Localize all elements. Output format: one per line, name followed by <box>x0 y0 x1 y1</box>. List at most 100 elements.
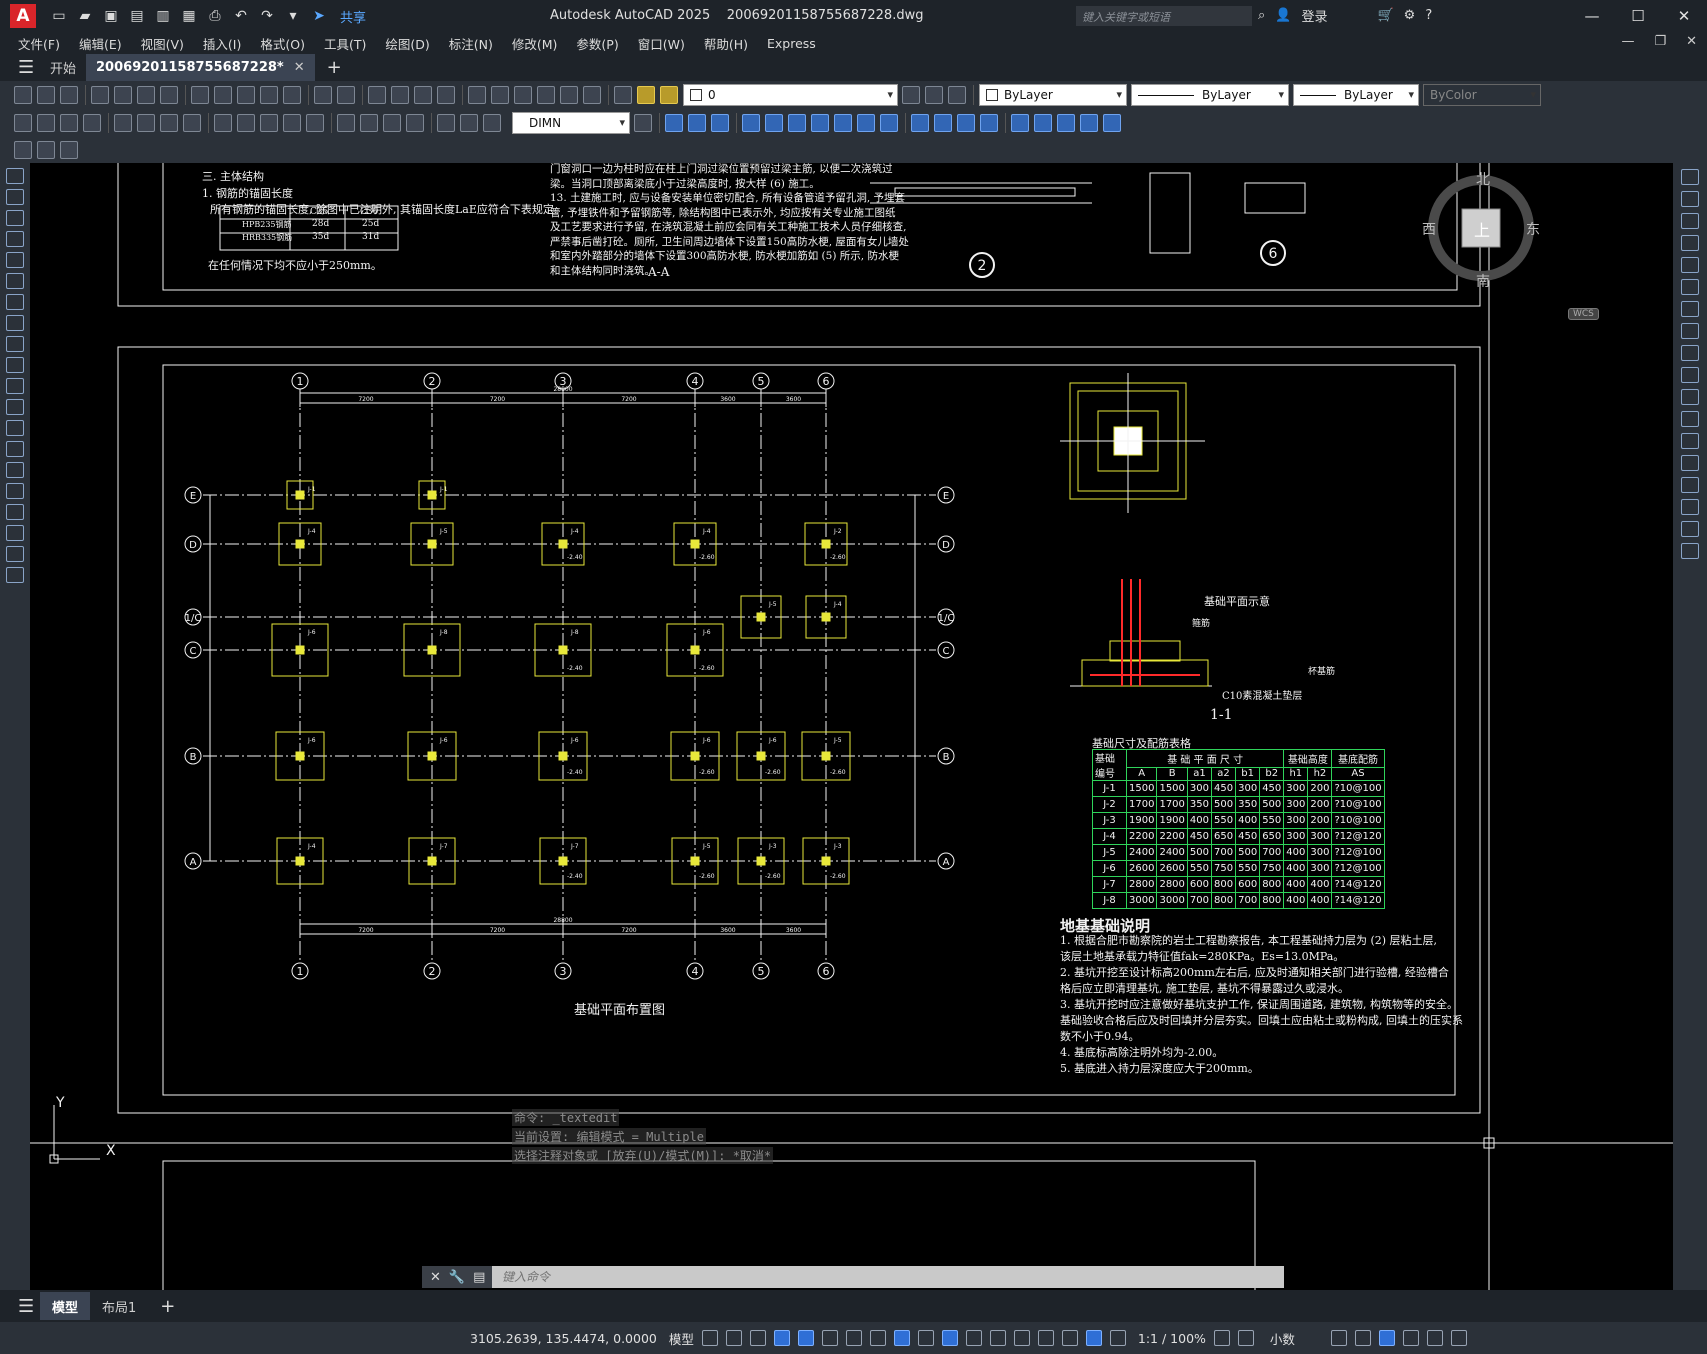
menu-edit[interactable]: 编辑(E) <box>79 34 122 53</box>
rotate-tool-icon[interactable] <box>1681 301 1699 317</box>
search-input[interactable]: 键入关键字或短语 <box>1076 6 1252 26</box>
viewcube-east[interactable]: 东 <box>1526 219 1540 239</box>
layer-properties-icon[interactable] <box>614 86 632 104</box>
radius-dim-icon[interactable] <box>114 114 132 132</box>
menu-tools[interactable]: 工具(T) <box>324 34 366 53</box>
menu-dimension[interactable]: 标注(N) <box>449 34 493 53</box>
gradient-tool-icon[interactable] <box>6 483 24 499</box>
arc-tool-icon[interactable] <box>6 273 24 289</box>
gizmo-icon[interactable] <box>1061 1330 1078 1346</box>
layer-walk-icon[interactable] <box>60 141 78 159</box>
quick-properties-icon[interactable] <box>1330 1330 1347 1346</box>
command-recent-icon[interactable]: ▤ <box>473 1270 485 1285</box>
tab-start[interactable]: 开始 <box>40 54 86 81</box>
ucs-object-icon[interactable] <box>1103 114 1121 132</box>
menu-file[interactable]: 文件(F) <box>18 34 60 53</box>
wcs-menu[interactable]: WCS <box>1568 308 1599 320</box>
view-top-icon[interactable] <box>665 114 683 132</box>
save-icon[interactable]: ▣ <box>102 7 120 25</box>
menu-hamburger-icon[interactable]: ☰ <box>18 57 40 78</box>
construction-line-icon[interactable] <box>6 189 24 205</box>
se-iso-icon[interactable] <box>834 114 852 132</box>
redo-tool-icon[interactable] <box>337 86 355 104</box>
point-tool-icon[interactable] <box>6 441 24 457</box>
ucs-icon[interactable] <box>1011 114 1029 132</box>
viewcube-top-face[interactable]: 上 <box>1474 217 1490 241</box>
cut-icon[interactable] <box>191 86 209 104</box>
insert-block-icon[interactable] <box>6 399 24 415</box>
fillet-tool-icon[interactable] <box>1681 499 1699 515</box>
view-front-icon[interactable] <box>765 114 783 132</box>
workspace-gear-icon[interactable] <box>1213 1330 1230 1346</box>
layer-previous-icon[interactable] <box>925 86 943 104</box>
add-selected-icon[interactable] <box>6 567 24 583</box>
tolerance-icon[interactable] <box>337 114 355 132</box>
sheet-set-icon[interactable] <box>537 86 555 104</box>
annotation-monitor-icon[interactable] <box>1237 1330 1254 1346</box>
annotation-visibility-icon[interactable] <box>1085 1330 1102 1346</box>
menu-modify[interactable]: 修改(M) <box>512 34 558 53</box>
model-space-toggle[interactable]: 模型 <box>669 1329 694 1348</box>
ordinate-dim-icon[interactable] <box>83 114 101 132</box>
break-point-icon[interactable] <box>1681 411 1699 427</box>
block-editor-icon[interactable] <box>283 86 301 104</box>
tab-model[interactable]: 模型 <box>40 1292 91 1320</box>
mtext-tool-icon[interactable] <box>6 546 24 562</box>
quick-dim-icon[interactable] <box>214 114 232 132</box>
sw-iso-icon[interactable] <box>811 114 829 132</box>
minimize-icon[interactable]: — <box>1569 0 1615 32</box>
zoom-realtime-icon[interactable] <box>391 86 409 104</box>
layer-dropdown[interactable]: 0 <box>683 84 898 106</box>
spline-tool-icon[interactable] <box>6 336 24 352</box>
add-layout-icon[interactable]: + <box>160 1296 175 1317</box>
region-tool-icon[interactable] <box>6 504 24 520</box>
tool-palettes-icon[interactable] <box>514 86 532 104</box>
clean-screen-icon[interactable] <box>1426 1330 1443 1346</box>
dimstyle-dropdown[interactable]: DIMN <box>512 112 630 134</box>
dim-break-icon[interactable] <box>306 114 324 132</box>
isodraft-icon[interactable] <box>845 1330 862 1346</box>
ellipse-arc-tool-icon[interactable] <box>6 378 24 394</box>
ne-iso-icon[interactable] <box>857 114 875 132</box>
ucs-face-icon[interactable] <box>1080 114 1098 132</box>
user-icon[interactable]: 👤 <box>1275 8 1291 23</box>
help-tool-icon[interactable] <box>583 86 601 104</box>
ucs-previous-icon[interactable] <box>1057 114 1075 132</box>
object-snap-tracking-icon[interactable] <box>869 1330 886 1346</box>
view-back-icon[interactable] <box>788 114 806 132</box>
publish-tool-icon[interactable] <box>137 86 155 104</box>
layer-freeze-icon[interactable] <box>660 86 678 104</box>
mirror-tool-icon[interactable] <box>1681 213 1699 229</box>
lineweight-icon[interactable] <box>917 1330 934 1346</box>
offset-tool-icon[interactable] <box>1681 235 1699 251</box>
pan-icon[interactable] <box>368 86 386 104</box>
auto-scale-icon[interactable] <box>1109 1330 1126 1346</box>
dynamic-ucs-icon[interactable] <box>1013 1330 1030 1346</box>
search-icon[interactable]: ⌕ <box>1258 8 1265 23</box>
cart-icon[interactable]: 🛒 <box>1377 8 1393 23</box>
doc-minimize-icon[interactable]: — <box>1621 34 1634 49</box>
aligned-dim-icon[interactable] <box>37 114 55 132</box>
trim-tool-icon[interactable] <box>1681 367 1699 383</box>
angular-dim-icon[interactable] <box>183 114 201 132</box>
customize-qat-icon[interactable]: ▾ <box>284 7 302 25</box>
rectangle-tool-icon[interactable] <box>6 252 24 268</box>
autocad-logo-icon[interactable]: A <box>10 4 36 28</box>
new-tab-icon[interactable]: + <box>327 57 342 78</box>
snap-icon[interactable] <box>725 1330 742 1346</box>
plot-icon[interactable] <box>91 86 109 104</box>
layer-states-icon[interactable] <box>948 86 966 104</box>
undo-tool-icon[interactable] <box>314 86 332 104</box>
login-button[interactable]: 登录 <box>1301 6 1327 25</box>
menu-express[interactable]: Express <box>767 36 816 51</box>
explode-tool-icon[interactable] <box>1681 543 1699 559</box>
erase-tool-icon[interactable] <box>1681 169 1699 185</box>
command-close-icon[interactable]: ✕ <box>430 1270 441 1285</box>
join-tool-icon[interactable] <box>1681 455 1699 471</box>
plotstyle-dropdown[interactable]: ByColor <box>1423 84 1541 106</box>
layout-menu-icon[interactable]: ☰ <box>18 1296 40 1317</box>
line-tool-icon[interactable] <box>6 168 24 184</box>
text-style-icon[interactable] <box>37 141 55 159</box>
viewcube-west[interactable]: 西 <box>1422 219 1436 239</box>
properties-icon[interactable] <box>468 86 486 104</box>
